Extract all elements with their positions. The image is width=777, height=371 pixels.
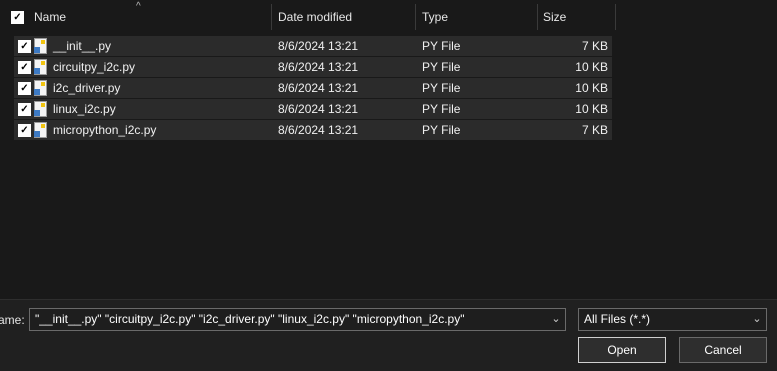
file-list-pane[interactable]: ✓ Name ^ Date modified Type Size ✓ __ini…	[0, 0, 777, 299]
python-file-icon	[34, 80, 47, 96]
file-size: 10 KB	[575, 102, 608, 116]
python-file-icon	[34, 101, 47, 117]
chevron-down-icon[interactable]: ⌄	[551, 314, 561, 325]
size-column-header[interactable]: Size	[543, 0, 566, 34]
file-name: i2c_driver.py	[53, 81, 121, 95]
open-button[interactable]: Open	[578, 337, 666, 363]
file-date: 8/6/2024 13:21	[278, 39, 359, 53]
cancel-button[interactable]: Cancel	[679, 337, 767, 363]
file-type: PY File	[422, 60, 461, 74]
python-file-icon	[34, 122, 47, 138]
file-name: __init__.py	[53, 39, 112, 53]
file-type-filter-select[interactable]: All Files (*.*)	[578, 308, 767, 331]
type-column-header[interactable]: Type	[422, 0, 448, 34]
file-date: 8/6/2024 13:21	[278, 123, 359, 137]
dialog-footer: ame: "__init__.py" "circuitpy_i2c.py" "i…	[0, 299, 777, 371]
file-name: micropython_i2c.py	[53, 123, 157, 137]
file-date: 8/6/2024 13:21	[278, 60, 359, 74]
file-type: PY File	[422, 81, 461, 95]
file-type-filter-value: All Files (*.*)	[584, 312, 651, 326]
file-checkbox[interactable]: ✓	[18, 40, 31, 53]
file-checkbox[interactable]: ✓	[18, 61, 31, 74]
file-name-value: "__init__.py" "circuitpy_i2c.py" "i2c_dr…	[35, 312, 465, 326]
file-row[interactable]: ✓ micropython_i2c.py 8/6/2024 13:21 PY F…	[14, 120, 612, 140]
chevron-down-icon[interactable]: ⌄	[752, 314, 762, 325]
column-divider[interactable]	[537, 4, 538, 30]
python-file-icon	[34, 38, 47, 54]
file-size: 7 KB	[581, 123, 608, 137]
file-row[interactable]: ✓ circuitpy_i2c.py 8/6/2024 13:21 PY Fil…	[14, 57, 612, 77]
file-row[interactable]: ✓ i2c_driver.py 8/6/2024 13:21 PY File 1…	[14, 78, 612, 98]
file-name-label: ame:	[0, 313, 25, 327]
file-type: PY File	[422, 102, 461, 116]
file-type: PY File	[422, 123, 461, 137]
column-divider[interactable]	[615, 4, 616, 30]
file-row[interactable]: ✓ __init__.py 8/6/2024 13:21 PY File 7 K…	[14, 36, 612, 56]
file-name: circuitpy_i2c.py	[53, 60, 136, 74]
file-size: 10 KB	[575, 81, 608, 95]
select-all-checkbox[interactable]: ✓	[11, 11, 24, 24]
file-checkbox[interactable]: ✓	[18, 103, 31, 116]
file-size: 10 KB	[575, 60, 608, 74]
file-list: ✓ __init__.py 8/6/2024 13:21 PY File 7 K…	[14, 36, 612, 141]
file-date: 8/6/2024 13:21	[278, 81, 359, 95]
sort-ascending-icon: ^	[136, 1, 141, 12]
file-checkbox[interactable]: ✓	[18, 124, 31, 137]
column-divider[interactable]	[415, 4, 416, 30]
file-checkbox[interactable]: ✓	[18, 82, 31, 95]
file-name: linux_i2c.py	[53, 102, 116, 116]
file-row[interactable]: ✓ linux_i2c.py 8/6/2024 13:21 PY File 10…	[14, 99, 612, 119]
column-header: ✓ Name ^ Date modified Type Size	[0, 0, 616, 34]
file-size: 7 KB	[581, 39, 608, 53]
file-date: 8/6/2024 13:21	[278, 102, 359, 116]
name-column-header[interactable]: Name	[34, 0, 66, 34]
file-type: PY File	[422, 39, 461, 53]
date-column-header[interactable]: Date modified	[278, 0, 352, 34]
python-file-icon	[34, 59, 47, 75]
file-name-input[interactable]: "__init__.py" "circuitpy_i2c.py" "i2c_dr…	[29, 308, 566, 331]
column-divider[interactable]	[271, 4, 272, 30]
